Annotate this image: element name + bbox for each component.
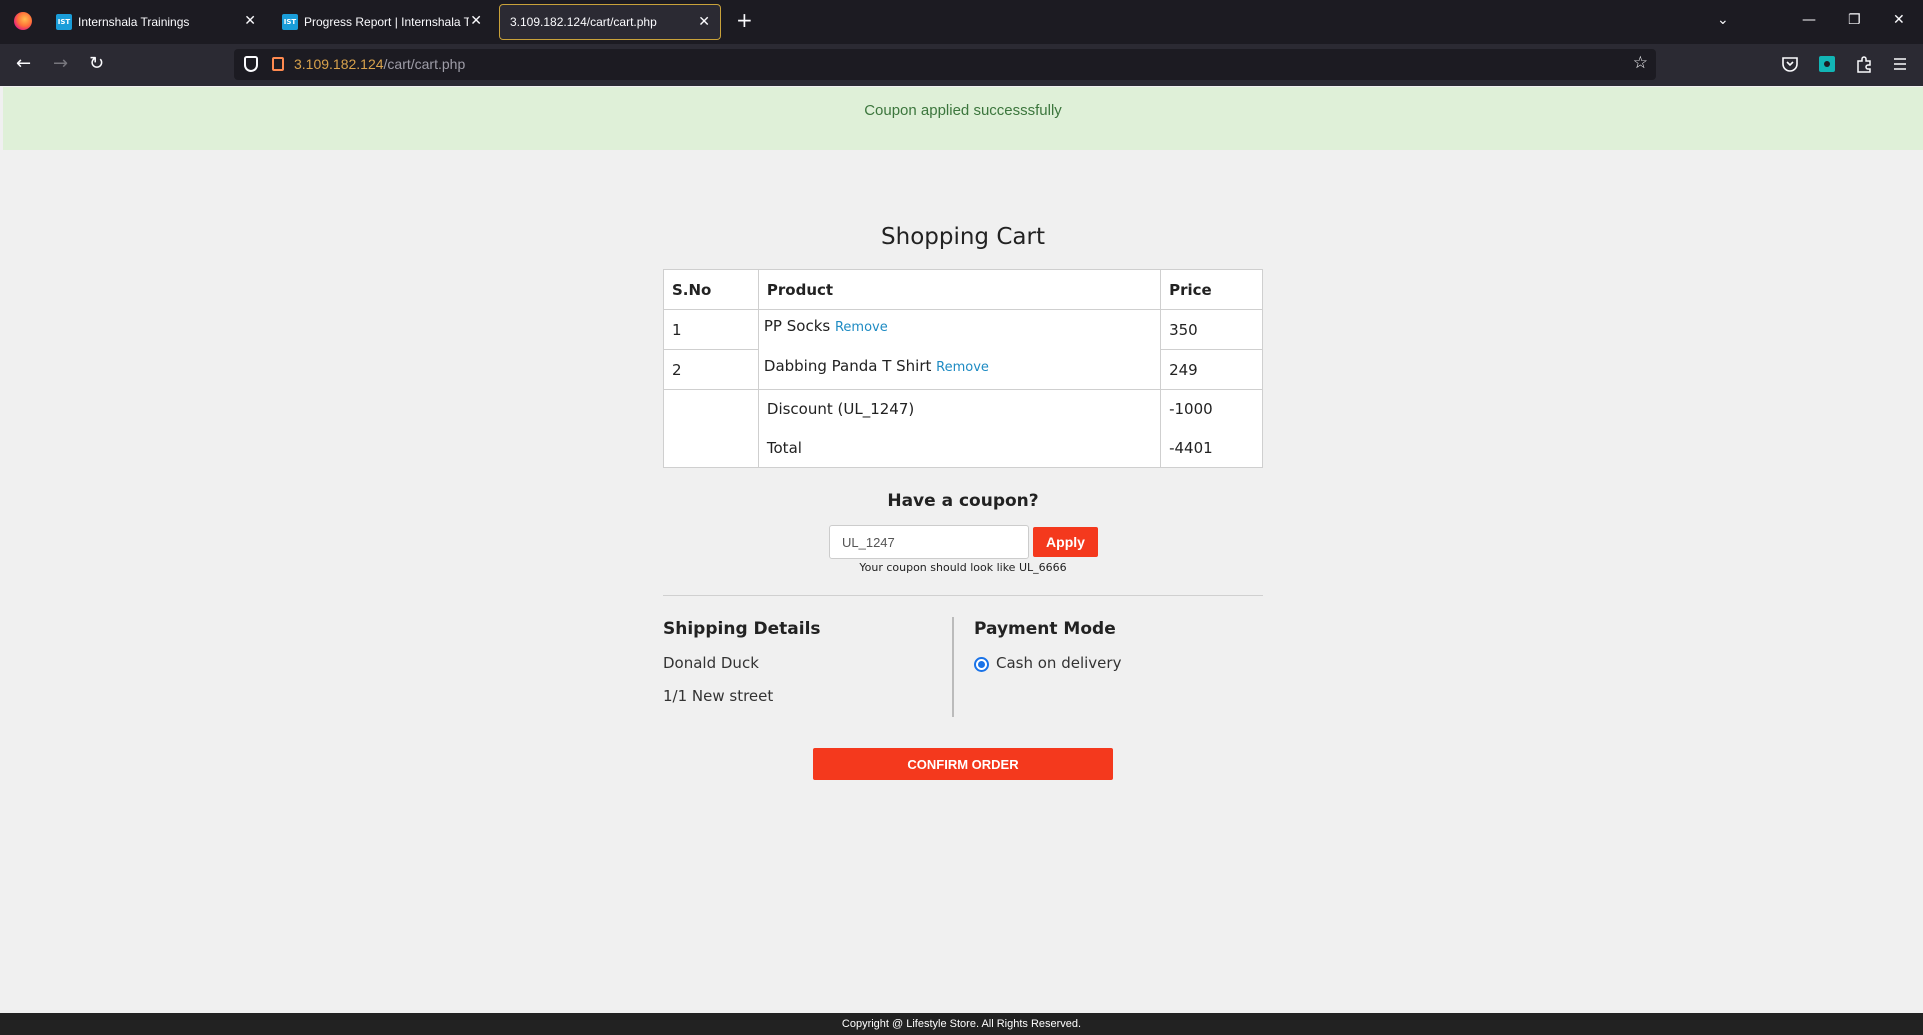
coupon-title: Have a coupon? bbox=[887, 491, 1039, 511]
discount-value: -1000 bbox=[1169, 400, 1213, 418]
item-product: Dabbing Panda T Shirt Remove bbox=[757, 349, 1162, 390]
shipping-name: Donald Duck bbox=[663, 654, 759, 672]
summary-labels: Discount (UL_1247) Total bbox=[757, 389, 1162, 468]
close-icon[interactable]: ✕ bbox=[698, 14, 710, 30]
url-text[interactable]: 3.109.182.124/cart/cart.php bbox=[294, 56, 465, 72]
item-price: 350 bbox=[1160, 309, 1263, 350]
summary-row: Discount (UL_1247) Total -1000 -4401 bbox=[663, 389, 1263, 468]
coupon-hint: Your coupon should look like UL_6666 bbox=[859, 561, 1067, 574]
tab-title: 3.109.182.124/cart/cart.php bbox=[510, 15, 657, 29]
column-header-price: Price bbox=[1160, 269, 1263, 310]
payment-mode-title: Payment Mode bbox=[974, 619, 1116, 639]
tab-cart-active[interactable]: 3.109.182.124/cart/cart.php ✕ bbox=[499, 4, 721, 40]
forward-icon[interactable]: → bbox=[53, 54, 68, 74]
close-icon[interactable]: ✕ bbox=[470, 13, 482, 29]
table-header-row: S.No Product Price bbox=[663, 269, 1263, 310]
total-value: -4401 bbox=[1169, 439, 1213, 457]
browser-nav-bar: ← → ↻ 3.109.182.124/cart/cart.php ☆ bbox=[0, 44, 1923, 86]
firefox-icon[interactable] bbox=[14, 12, 32, 30]
shipping-address: 1/1 New street bbox=[663, 687, 774, 705]
cash-on-delivery-radio[interactable] bbox=[974, 657, 989, 672]
table-row: 1 PP Socks Remove 350 bbox=[663, 309, 1263, 350]
tab-progress-report[interactable]: IST Progress Report | Internshala Tra ✕ bbox=[272, 4, 492, 40]
confirm-order-button[interactable]: CONFIRM ORDER bbox=[813, 748, 1113, 780]
remove-link[interactable]: Remove bbox=[835, 320, 888, 335]
reload-icon[interactable]: ↻ bbox=[89, 54, 104, 74]
hamburger-menu-icon[interactable] bbox=[1891, 55, 1909, 73]
item-price: 249 bbox=[1160, 349, 1263, 390]
remove-link[interactable]: Remove bbox=[936, 360, 989, 375]
summary-values: -1000 -4401 bbox=[1160, 389, 1263, 468]
total-label: Total bbox=[766, 439, 802, 457]
insecure-lock-icon[interactable] bbox=[272, 57, 284, 71]
back-icon[interactable]: ← bbox=[16, 54, 31, 74]
section-divider bbox=[663, 595, 1263, 596]
item-product-name: Dabbing Panda T Shirt bbox=[763, 356, 932, 375]
item-sno: 1 bbox=[663, 309, 759, 350]
tab-favicon-icon: IST bbox=[282, 14, 298, 30]
minimize-icon[interactable]: — bbox=[1802, 12, 1816, 28]
discount-label: Discount (UL_1247) bbox=[766, 400, 915, 418]
list-all-tabs-icon[interactable]: ⌄ bbox=[1717, 12, 1729, 28]
apply-coupon-button[interactable]: Apply bbox=[1033, 527, 1098, 557]
cart-table: S.No Product Price 1 PP Socks Remove 350… bbox=[663, 269, 1263, 468]
cash-on-delivery-label[interactable]: Cash on delivery bbox=[996, 654, 1121, 672]
browser-tab-bar: IST Internshala Trainings ✕ IST Progress… bbox=[0, 0, 1923, 44]
url-path: /cart/cart.php bbox=[383, 56, 466, 72]
table-row: 2 Dabbing Panda T Shirt Remove 249 bbox=[663, 349, 1263, 390]
restore-icon[interactable]: ❐ bbox=[1848, 12, 1861, 28]
pocket-icon[interactable] bbox=[1781, 55, 1799, 73]
extensions-puzzle-icon[interactable] bbox=[1855, 55, 1873, 73]
column-header-product: Product bbox=[757, 269, 1162, 310]
bookmark-star-icon[interactable]: ☆ bbox=[1633, 53, 1648, 73]
url-host: 3.109.182.124 bbox=[294, 56, 384, 72]
extension-icon[interactable] bbox=[1818, 55, 1836, 73]
page-title: Shopping Cart bbox=[881, 224, 1045, 250]
footer-copyright: Copyright @ Lifestyle Store. All Rights … bbox=[0, 1013, 1923, 1035]
item-sno: 2 bbox=[663, 349, 759, 390]
shipping-details-title: Shipping Details bbox=[663, 619, 821, 639]
tab-title: Internshala Trainings bbox=[78, 15, 190, 29]
tab-title: Progress Report | Internshala Tra bbox=[304, 15, 469, 29]
new-tab-icon[interactable]: + bbox=[736, 10, 753, 30]
column-divider bbox=[952, 617, 954, 717]
tab-internshala-trainings[interactable]: IST Internshala Trainings ✕ bbox=[46, 4, 266, 40]
address-bar[interactable]: 3.109.182.124/cart/cart.php ☆ bbox=[234, 49, 1656, 80]
column-header-sno: S.No bbox=[663, 269, 759, 310]
tracking-protection-icon[interactable] bbox=[244, 56, 258, 72]
window-close-icon[interactable]: ✕ bbox=[1893, 12, 1905, 28]
close-icon[interactable]: ✕ bbox=[244, 13, 256, 29]
success-alert: Coupon applied successsfully bbox=[3, 87, 1923, 150]
coupon-input[interactable] bbox=[829, 525, 1029, 559]
item-product: PP Socks Remove bbox=[757, 309, 1162, 350]
tab-favicon-icon: IST bbox=[56, 14, 72, 30]
item-product-name: PP Socks bbox=[763, 317, 831, 335]
summary-empty-cell bbox=[663, 389, 759, 468]
